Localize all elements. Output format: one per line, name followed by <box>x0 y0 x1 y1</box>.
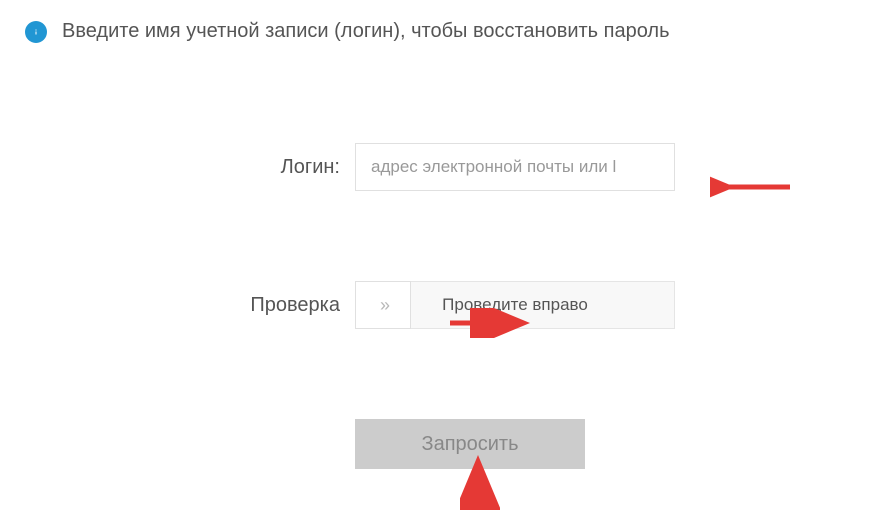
annotation-arrow-button <box>460 455 500 515</box>
annotation-arrow-login <box>710 172 810 207</box>
slider-handle[interactable]: » <box>355 281 411 329</box>
chevron-right-icon: » <box>380 295 386 316</box>
info-text: Введите имя учетной записи (логин), чтоб… <box>62 20 670 43</box>
login-input[interactable] <box>355 143 675 191</box>
login-label: Логин: <box>200 156 340 179</box>
verification-label: Проверка <box>200 294 340 317</box>
annotation-arrow-slider <box>440 308 540 343</box>
info-icon <box>25 21 47 43</box>
info-banner: Введите имя учетной записи (логин), чтоб… <box>0 0 878 63</box>
